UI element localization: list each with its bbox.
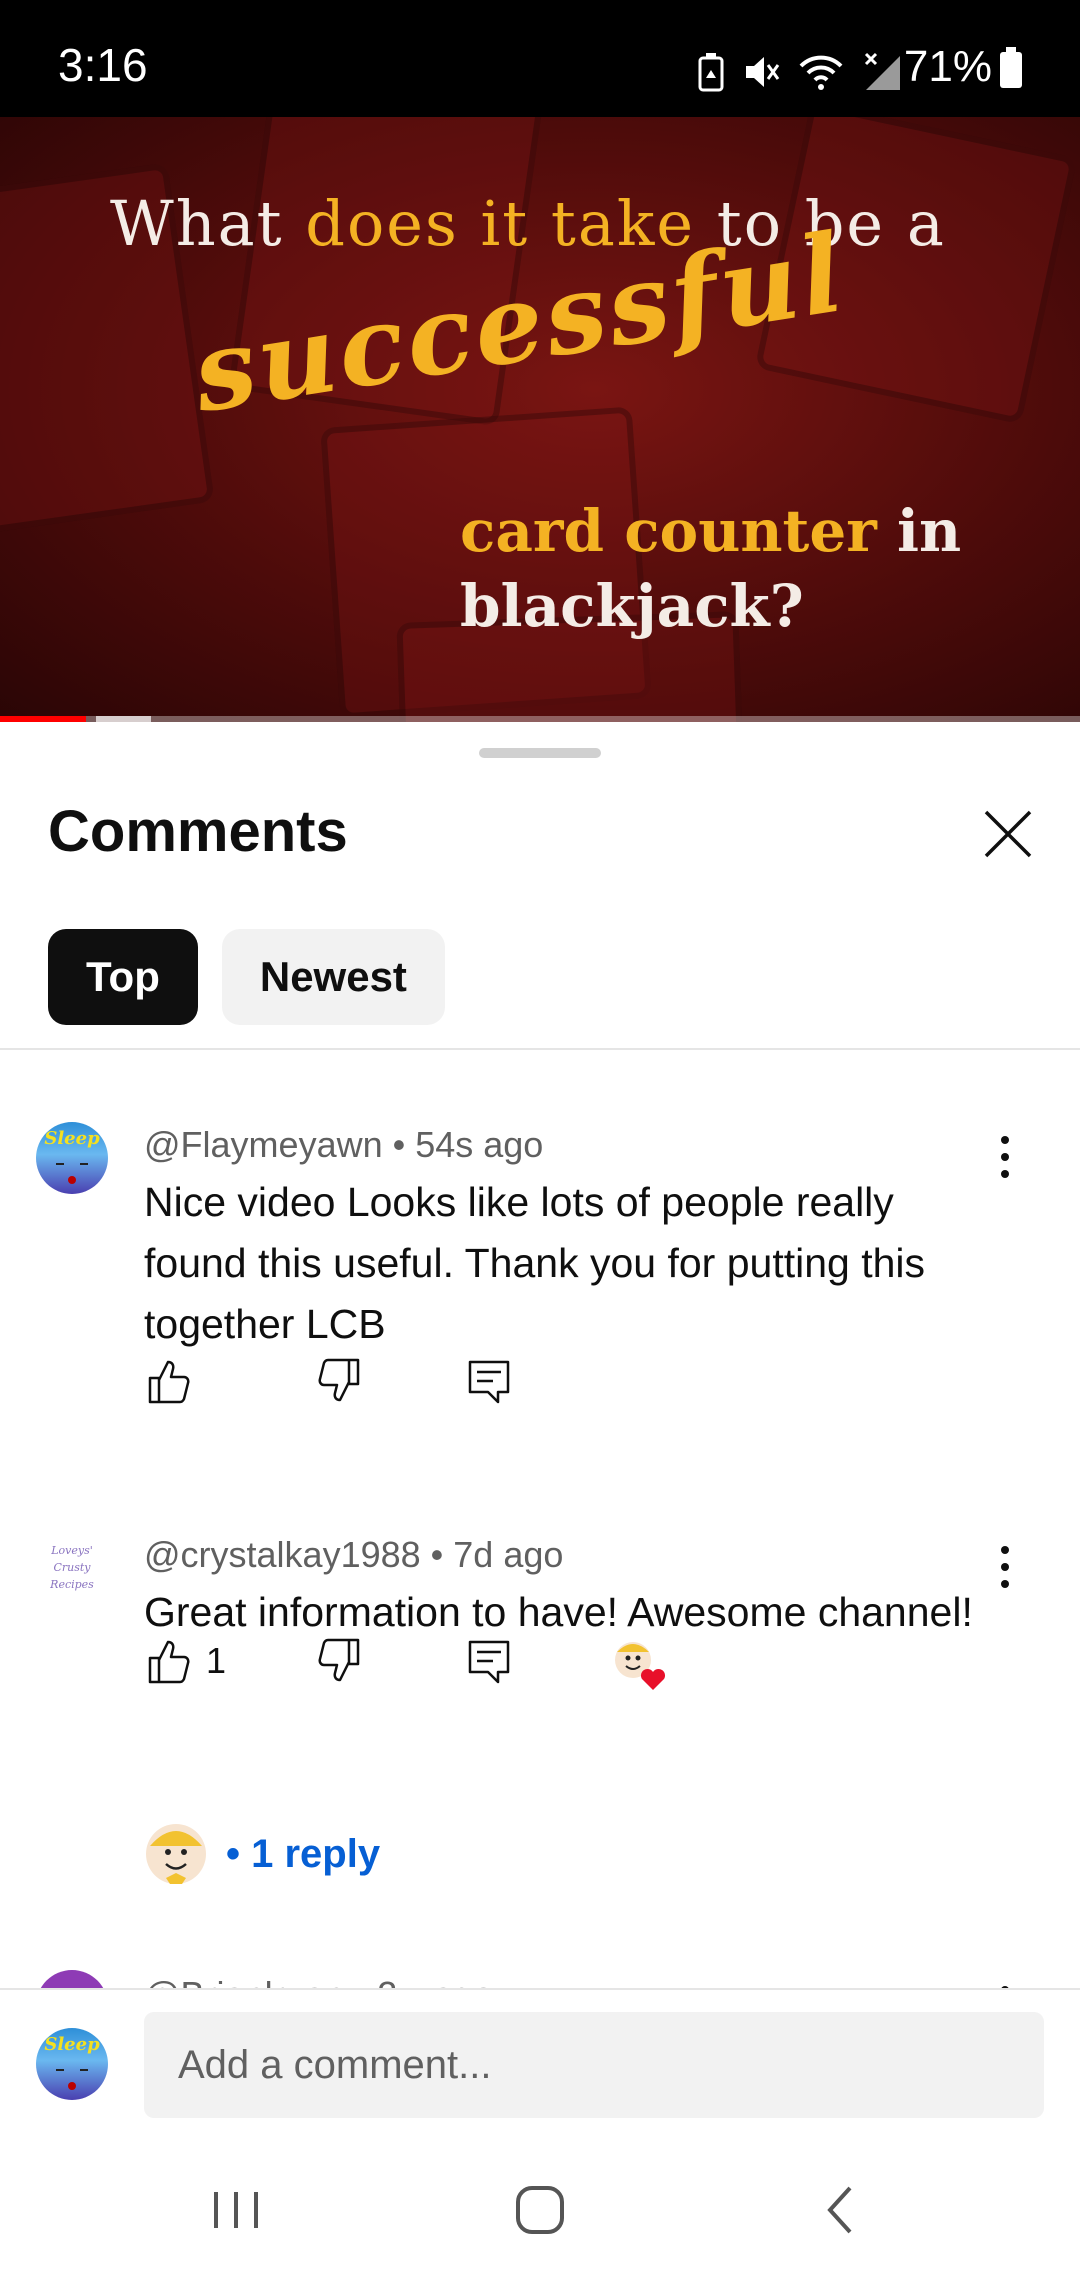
comment-author[interactable]: @Brianlruan [144, 1974, 345, 1988]
comment-text: Great information to have! Awesome chann… [144, 1589, 973, 1635]
comment-item: @Brianlruan • 2w ago [0, 1964, 1080, 1988]
video-progress-bar[interactable] [0, 716, 1080, 722]
dislike-icon[interactable] [314, 1636, 364, 1686]
comment-actions [144, 1356, 1044, 1416]
comment-meta: @Flaymeyawn • 54s ago [144, 1124, 544, 1165]
more-options-icon[interactable] [990, 1132, 1020, 1182]
reply-icon[interactable] [464, 1636, 514, 1686]
svg-text:Sleep: Sleep [44, 2034, 100, 2055]
video-title-text: in [876, 497, 962, 565]
user-avatar[interactable]: Sleep [36, 2028, 108, 2100]
comment-age: 7d ago [453, 1534, 564, 1575]
drag-handle[interactable] [479, 748, 601, 758]
comment-meta: @crystalkay1988 • 7d ago [144, 1534, 564, 1575]
comment-age: 2w ago [377, 1974, 493, 1988]
add-comment-input[interactable] [144, 2012, 1044, 2118]
sort-filter-chips: Top Newest [48, 929, 445, 1025]
battery-percentage: 71% [903, 42, 992, 91]
recent-apps-icon[interactable] [196, 2180, 276, 2240]
wifi-icon [799, 55, 843, 90]
creator-avatar-icon [146, 1824, 206, 1884]
comment-actions: 1 [144, 1636, 1044, 1816]
reply-count-label: 1 reply [251, 1831, 381, 1876]
like-icon[interactable] [144, 1356, 194, 1406]
svg-text:Recipes: Recipes [49, 1578, 94, 1591]
battery-icon [1000, 47, 1022, 88]
avatar[interactable]: Loveys' Crusty Recipes [36, 1532, 108, 1604]
more-options-icon[interactable] [990, 1542, 1020, 1592]
status-bar: 3:16 71% [0, 0, 1080, 117]
reply-count[interactable]: • 1 reply [226, 1832, 380, 1877]
dislike-icon[interactable] [314, 1356, 364, 1406]
status-time: 3:16 [58, 39, 148, 91]
no-signal-icon [864, 52, 900, 90]
comment-age: 54s ago [415, 1124, 544, 1165]
like-count: 1 [206, 1640, 227, 1681]
progress-buffered [96, 716, 152, 722]
filter-chip-top[interactable]: Top [48, 929, 198, 1025]
system-nav-bar [0, 2140, 1080, 2280]
reply-icon[interactable] [464, 1356, 514, 1406]
mute-icon [746, 57, 780, 87]
filter-chip-newest[interactable]: Newest [221, 929, 445, 1025]
video-title-line3: card counter in [460, 497, 961, 565]
avatar[interactable]: Sleep [36, 1122, 108, 1194]
video-title-line4: blackjack? [460, 572, 804, 640]
progress-played [0, 716, 87, 722]
comment-author[interactable]: @crystalkay1988 [144, 1534, 421, 1575]
video-title-highlight: card counter [460, 497, 877, 565]
comment-author[interactable]: @Flaymeyawn [144, 1124, 383, 1165]
svg-text:Loveys': Loveys' [50, 1544, 93, 1557]
status-icons [698, 50, 902, 94]
battery-saver-icon [698, 53, 724, 92]
comments-title: Comments [48, 799, 348, 864]
creator-heart-icon [615, 1642, 666, 1690]
back-icon[interactable] [800, 2180, 880, 2240]
sleep-avatar-icon: Sleep [44, 2034, 100, 2090]
avatar[interactable] [36, 1970, 108, 1988]
like-icon[interactable] [144, 1636, 194, 1686]
video-title-text: What [110, 187, 306, 260]
comment-text: Nice video Looks like lots of people rea… [144, 1179, 926, 1347]
channel-logo-avatar: Loveys' Crusty Recipes [49, 1544, 94, 1591]
video-player[interactable]: What does it take to be a successful car… [0, 117, 1080, 722]
comment-composer: Sleep [0, 1988, 1080, 2130]
comment-meta: @Brianlruan • 2w ago [144, 1974, 493, 1988]
divider [0, 1048, 1080, 1050]
close-icon[interactable] [982, 808, 1034, 860]
view-replies-button[interactable]: • 1 reply [144, 1822, 380, 1886]
sleep-avatar-icon: Sleep [44, 1128, 100, 1184]
home-icon[interactable] [500, 2180, 580, 2240]
svg-text:Sleep: Sleep [44, 1128, 100, 1149]
svg-text:Crusty: Crusty [53, 1561, 91, 1574]
